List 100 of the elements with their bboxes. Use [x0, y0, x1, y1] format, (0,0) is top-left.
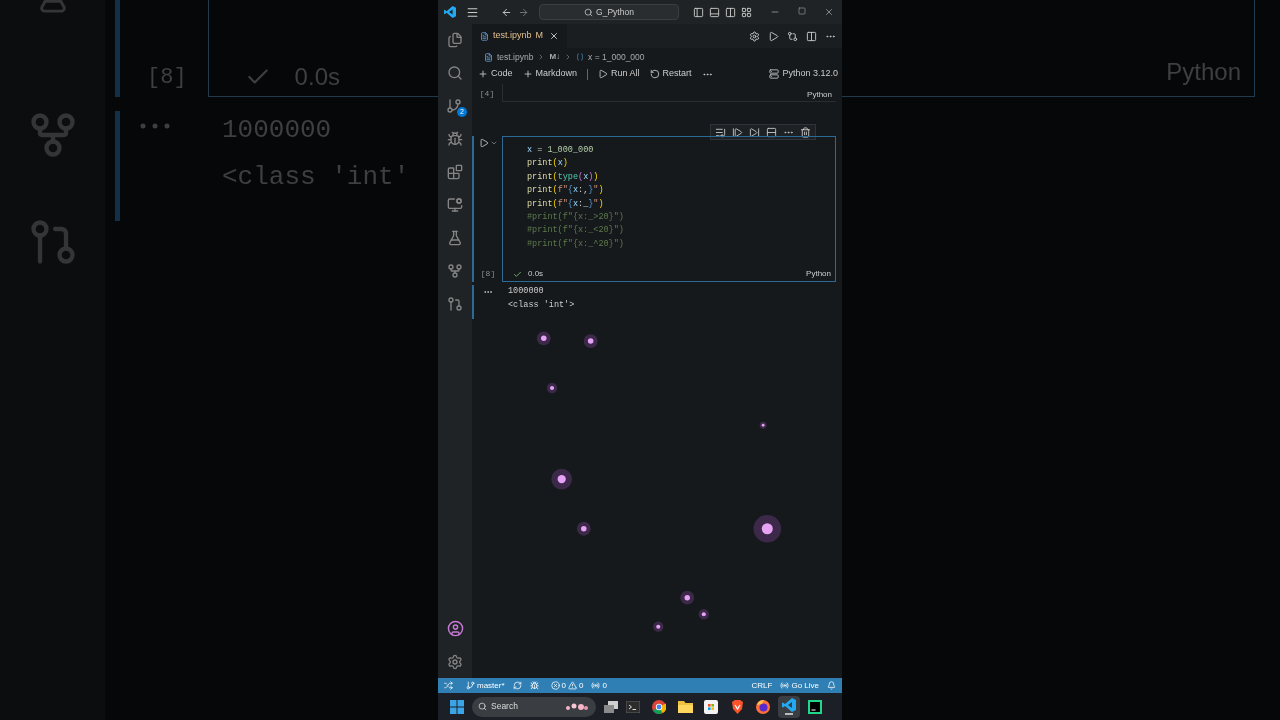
remote-explorer-icon[interactable]	[447, 197, 463, 213]
error-count: 0	[561, 679, 566, 692]
run-icon	[598, 69, 609, 79]
branch-search-icon[interactable]	[447, 296, 463, 312]
broadcast-icon	[780, 681, 790, 690]
duration-text: 0.0s	[294, 62, 340, 92]
go-live-button[interactable]: Go Live	[780, 679, 819, 692]
code-line: print(f"{x:,}")	[527, 184, 605, 198]
file-icon	[480, 31, 489, 41]
toolbar-button[interactable]: Markdown	[522, 67, 578, 81]
branch-icon[interactable]	[447, 263, 463, 279]
back-icon[interactable]	[501, 6, 512, 18]
settings-icon[interactable]	[749, 30, 760, 42]
execution-count: [4]	[478, 88, 496, 100]
menu-icon[interactable]	[466, 5, 479, 19]
taskbar-search-field[interactable]: Search	[472, 696, 596, 717]
vscode-icon[interactable]	[782, 698, 796, 712]
code-line: print(x)	[527, 157, 569, 171]
breadcrumb-item[interactable]: x = 1_000_000	[588, 50, 645, 64]
kernel-picker[interactable]: Python 3.12.0	[769, 67, 838, 81]
task-view-icon[interactable]	[604, 700, 618, 713]
store-icon[interactable]	[704, 699, 718, 714]
run-debug-icon[interactable]	[447, 131, 463, 147]
forward-icon[interactable]	[518, 6, 529, 18]
windows-logo-icon[interactable]	[450, 699, 464, 714]
panel-toggle-icon[interactable]	[709, 6, 720, 18]
run-cell-icon[interactable]	[478, 138, 489, 148]
delete-icon[interactable]	[800, 126, 811, 138]
toolbar-button[interactable]: Restart	[649, 67, 692, 81]
run-icon[interactable]	[768, 30, 779, 42]
code-line: x = 1_000_000	[527, 144, 595, 157]
close-icon[interactable]	[549, 31, 560, 41]
terminal-icon[interactable]	[626, 700, 640, 713]
code-cell[interactable]: x = 1_000_000 print(x) print(type(x)) print(f"{x:,}") print(f"{x:_}") #print(f"{x:_>20}") #print(f"{x:_<20}") #print(f"{x:_^20}") 0.0s Python	[502, 136, 836, 283]
command-center-field[interactable]: G_Python	[539, 4, 679, 20]
execution-count: [8]	[480, 268, 496, 281]
error-icon	[550, 681, 560, 690]
close-icon[interactable]	[824, 7, 834, 17]
line-ending-button[interactable]: CRLF	[751, 679, 773, 692]
run-below-icon[interactable]	[749, 126, 760, 138]
firefox-icon[interactable]	[756, 699, 770, 714]
file-icon	[484, 52, 493, 62]
check-icon	[513, 269, 522, 279]
search-icon	[478, 702, 487, 711]
notifications-icon[interactable]	[827, 681, 836, 690]
maximize-icon[interactable]	[798, 7, 806, 15]
sync-icon[interactable]	[512, 681, 522, 690]
pycharm-icon[interactable]	[808, 699, 822, 714]
execution-count: [8]	[147, 63, 187, 92]
code-line: #print(f"{x:_<20}")	[527, 224, 625, 238]
sidebar-toggle-icon[interactable]	[693, 6, 704, 18]
code-line: #print(f"{x:_>20}")	[527, 211, 625, 225]
layout-icon[interactable]	[741, 6, 752, 18]
branch-button[interactable]: master*	[466, 679, 505, 692]
plus-icon	[478, 69, 488, 79]
modified-status: M	[535, 29, 544, 43]
tab-title: test.ipynb	[493, 29, 532, 43]
account-icon[interactable]	[446, 620, 464, 637]
breadcrumb-item[interactable]: test.ipynb	[497, 50, 534, 64]
flask-icon[interactable]	[447, 230, 463, 246]
output-line: <class 'int'>	[508, 298, 575, 312]
files-icon[interactable]	[447, 32, 463, 48]
broadcast-icon	[591, 681, 601, 690]
compare-icon[interactable]	[787, 30, 798, 42]
editor-tab[interactable]: test.ipynb M	[472, 24, 568, 48]
extensions-icon[interactable]	[447, 164, 463, 180]
split-editor-icon[interactable]	[806, 30, 817, 42]
folder-icon[interactable]	[677, 700, 693, 713]
restart-icon	[649, 69, 660, 79]
vscode-logo-icon	[444, 6, 456, 18]
warning-count: 0	[579, 679, 584, 692]
settings-icon[interactable]	[447, 654, 463, 670]
remote-icon[interactable]	[443, 681, 453, 690]
duration-text: 0.0s	[528, 268, 544, 281]
output-line: <class 'int'	[222, 161, 410, 194]
chevron-icon[interactable]	[489, 139, 498, 147]
search-icon	[584, 7, 594, 17]
language-label[interactable]: Python	[806, 268, 831, 281]
search-icon[interactable]	[447, 65, 463, 81]
toolbar-button[interactable]: Run All	[598, 67, 640, 81]
breadcrumb-item[interactable]: M↓	[549, 51, 561, 63]
ellipsis-icon	[140, 123, 170, 129]
branch-icon	[466, 681, 475, 690]
run-above-icon[interactable]	[732, 126, 743, 138]
split-cell-icon[interactable]	[766, 126, 777, 138]
problems-button[interactable]: 0 0	[550, 679, 584, 692]
execute-above-icon[interactable]	[715, 126, 726, 138]
lion-shield-icon[interactable]	[730, 699, 744, 714]
server-icon	[769, 69, 780, 79]
language-label[interactable]: Python	[807, 89, 832, 101]
code-line: print(type(x))	[527, 170, 600, 184]
output-line: 1000000	[508, 285, 545, 299]
toolbar-button[interactable]: Code	[478, 67, 513, 81]
code-cell[interactable]: Python	[502, 84, 836, 102]
code-line: print(f"{x:_}")	[527, 197, 605, 211]
code-line: #print(f"{x:_^20}")	[527, 237, 625, 251]
chrome-icon[interactable]	[652, 699, 666, 714]
secondary-sidebar-icon[interactable]	[725, 6, 736, 18]
debug-icon[interactable]	[529, 681, 539, 690]
ports-button[interactable]: 0	[591, 679, 607, 692]
